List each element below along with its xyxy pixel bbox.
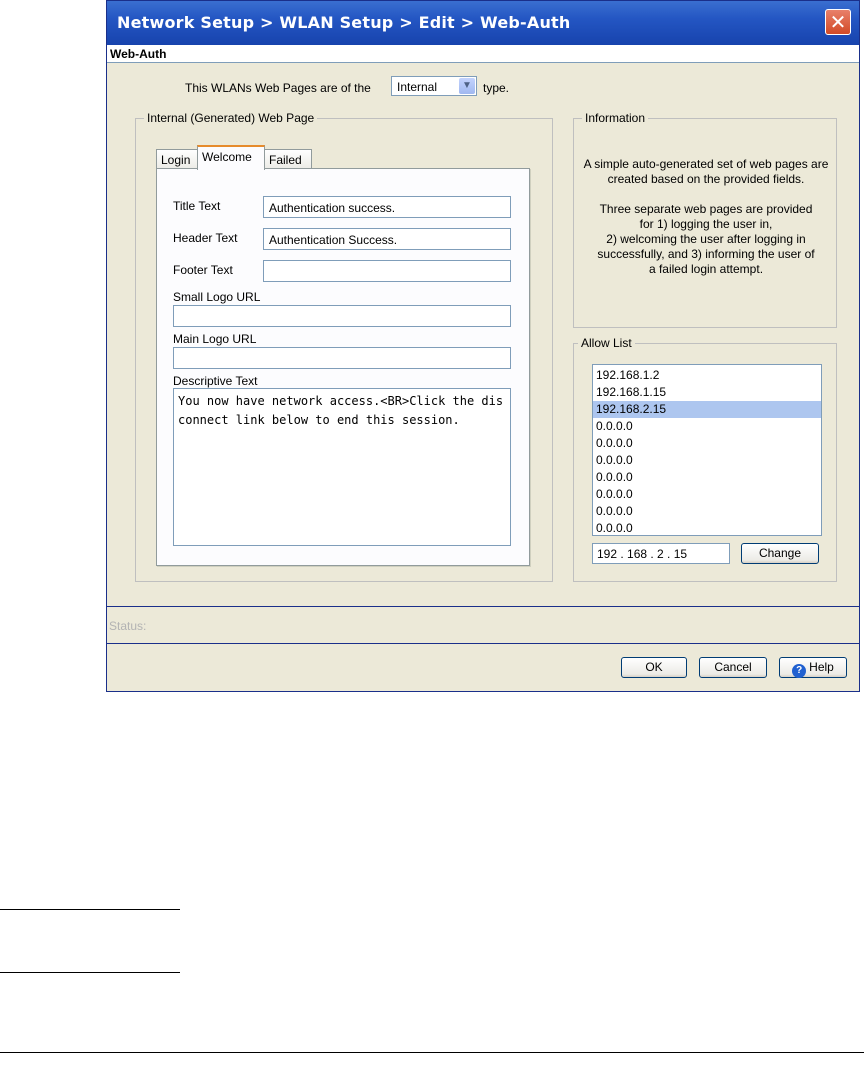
title-text-input[interactable]: Authentication success. [263, 196, 511, 218]
title-text-label: Title Text [173, 199, 221, 213]
cancel-button[interactable]: Cancel [699, 657, 767, 678]
small-logo-url-input[interactable] [173, 305, 511, 327]
web-page-type-value: Internal [397, 80, 438, 94]
descriptive-text-label: Descriptive Text [173, 374, 258, 388]
list-item[interactable]: 0.0.0.0 [593, 503, 821, 520]
allow-list-group: Allow List 192.168.1.2 192.168.1.15 192.16… [573, 336, 837, 582]
divider-line [0, 972, 180, 973]
information-line: Three separate web pages are provided [599, 202, 813, 216]
web-auth-dialog: Network Setup > WLAN Setup > Edit > Web-… [106, 0, 860, 692]
help-button-label: Help [809, 660, 834, 674]
internal-web-page-group: Internal (Generated) Web Page Login Welc… [135, 111, 553, 582]
list-item[interactable]: 0.0.0.0 [593, 520, 821, 537]
internal-web-page-legend: Internal (Generated) Web Page [144, 111, 318, 125]
descriptive-text-area[interactable]: You now have network access.<BR>Click th… [173, 388, 511, 546]
divider-line [0, 1052, 864, 1053]
list-item[interactable]: 192.168.1.15 [593, 384, 821, 401]
small-logo-url-label: Small Logo URL [173, 290, 261, 304]
allow-list-legend: Allow List [578, 336, 635, 350]
information-line: successfully, and 3) informing the user … [597, 247, 815, 261]
tab-login[interactable]: Login [156, 149, 198, 169]
tab-login-label: Login [161, 153, 191, 167]
type-suffix-label: type. [483, 81, 510, 95]
status-label: Status: [109, 619, 147, 633]
information-line: a failed login attempt. [648, 262, 764, 276]
list-item[interactable]: 0.0.0.0 [593, 469, 821, 486]
welcome-tab-panel: Title Text Authentication success. Heade… [156, 168, 530, 566]
help-icon: ? [792, 664, 807, 678]
tab-welcome[interactable]: Welcome [197, 145, 265, 170]
panel-title: Web-Auth [110, 47, 167, 61]
main-logo-url-input[interactable] [173, 347, 511, 369]
status-bar: Status: [107, 606, 859, 644]
tab-failed[interactable]: Failed [264, 149, 312, 169]
help-button[interactable]: ? Help [779, 657, 847, 678]
web-page-type-select[interactable]: Internal ▼ [391, 76, 477, 96]
information-line: 2) welcoming the user after logging in [606, 232, 806, 246]
type-prefix-label: This WLANs Web Pages are of the [185, 81, 371, 95]
footer-text-label: Footer Text [173, 263, 233, 277]
information-text: A simple auto-generated set of web pages… [582, 157, 830, 277]
tab-welcome-label: Welcome [202, 150, 252, 164]
header-text-label: Header Text [173, 231, 238, 245]
list-item[interactable]: 0.0.0.0 [593, 452, 821, 469]
panel-header: Web-Auth [107, 45, 859, 63]
information-para-2: Three separate web pages are provided fo… [582, 202, 830, 277]
information-line: for 1) logging the user in, [639, 217, 773, 231]
information-para-1: A simple auto-generated set of web pages… [583, 157, 829, 186]
footer-text-input[interactable] [263, 260, 511, 282]
allow-list-box[interactable]: 192.168.1.2 192.168.1.15 192.168.2.15 0.0.0… [592, 364, 822, 536]
list-item[interactable]: 192.168.2.15 [593, 401, 821, 418]
list-item[interactable]: 0.0.0.0 [593, 418, 821, 435]
list-item[interactable]: 0.0.0.0 [593, 486, 821, 503]
ok-button[interactable]: OK [621, 657, 687, 678]
header-text-input[interactable]: Authentication Success. [263, 228, 511, 250]
list-item[interactable]: 0.0.0.0 [593, 435, 821, 452]
list-item[interactable]: 192.168.1.2 [593, 367, 821, 384]
window-title: Network Setup > WLAN Setup > Edit > Web-… [117, 13, 571, 32]
chevron-down-icon[interactable]: ▼ [459, 78, 475, 94]
ip-address-input[interactable]: 192 . 168 . 2 . 15 [592, 543, 730, 564]
main-logo-url-label: Main Logo URL [173, 332, 257, 346]
information-group: Information A simple auto-generated set … [573, 111, 837, 328]
divider-line [0, 909, 180, 910]
close-icon[interactable]: ✕ [825, 9, 851, 35]
tab-failed-label: Failed [269, 153, 302, 167]
title-bar[interactable]: Network Setup > WLAN Setup > Edit > Web-… [107, 1, 859, 46]
information-legend: Information [582, 111, 649, 125]
change-button[interactable]: Change [741, 543, 819, 564]
